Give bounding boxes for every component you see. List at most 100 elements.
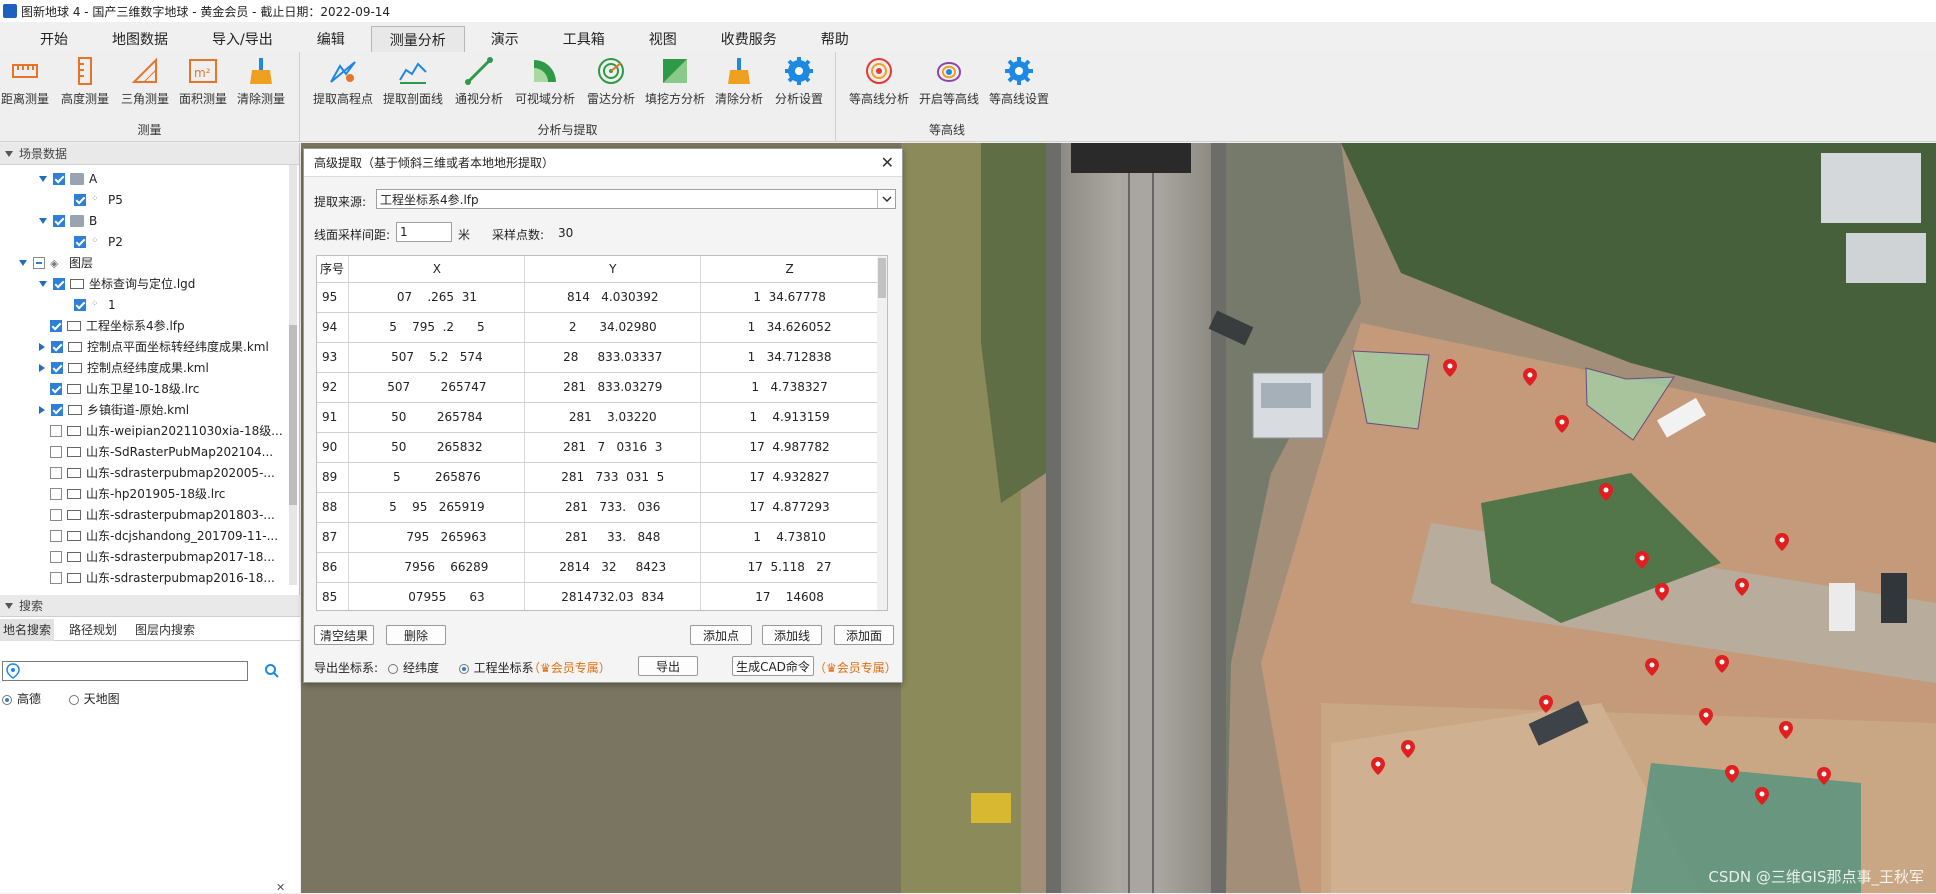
clear-measure-button[interactable]: 清除测量 bbox=[226, 54, 296, 110]
table-row[interactable]: 88 5 95 265919 281 733. 036 17 4.877293 bbox=[317, 492, 879, 523]
tree-item[interactable]: 山东卫星10-18级.lrc bbox=[36, 378, 199, 399]
tree-checkbox[interactable] bbox=[50, 424, 62, 437]
search-panel-header[interactable]: 搜索 bbox=[0, 595, 300, 617]
map-pin-icon[interactable] bbox=[1775, 533, 1789, 551]
map-pin-icon[interactable] bbox=[1735, 578, 1749, 596]
map-pin-icon[interactable] bbox=[1779, 721, 1793, 739]
tree-checkbox[interactable] bbox=[74, 235, 86, 248]
table-scrollbar[interactable] bbox=[877, 256, 887, 610]
viewshed-button[interactable]: 可视域分析 bbox=[510, 54, 580, 110]
tree-item[interactable]: 山东-hp201905-18级.lrc bbox=[36, 483, 225, 504]
chevron-down-icon[interactable] bbox=[39, 175, 47, 182]
tree-checkbox[interactable] bbox=[53, 214, 65, 227]
column-header-z[interactable]: Z bbox=[700, 256, 879, 283]
tree-item[interactable]: ⁘ P5 bbox=[60, 189, 123, 210]
add-area-button[interactable]: 添加面 bbox=[834, 625, 894, 645]
tab-route-planning[interactable]: 路径规划 bbox=[66, 619, 120, 641]
tree-item[interactable]: 山东-SdRasterPubMap202104... bbox=[36, 441, 273, 462]
chevron-down-icon[interactable] bbox=[877, 190, 895, 208]
tree-checkbox[interactable] bbox=[50, 550, 62, 563]
map-pin-icon[interactable] bbox=[1539, 695, 1553, 713]
generate-cad-button[interactable]: 生成CAD命令 bbox=[732, 656, 814, 676]
tab-layer-search[interactable]: 图层内搜索 bbox=[132, 619, 198, 641]
tab-edit[interactable]: 编辑 bbox=[299, 26, 363, 52]
tab-measure-analysis[interactable]: 测量分析 bbox=[370, 26, 465, 52]
column-header-y[interactable]: Y bbox=[524, 256, 702, 283]
scene-tree-scrollbar[interactable] bbox=[289, 165, 297, 585]
search-icon[interactable] bbox=[264, 663, 280, 679]
tree-checkbox[interactable] bbox=[50, 382, 62, 395]
table-row[interactable]: 85 07955 63 2814732.03 834 17 14608 bbox=[317, 582, 879, 610]
tab-view[interactable]: 视图 bbox=[631, 26, 695, 52]
delete-button[interactable]: 删除 bbox=[386, 625, 446, 645]
export-button[interactable]: 导出 bbox=[638, 656, 698, 676]
table-row[interactable]: 90 50 265832 281 7 0316 3 17 4.987782 bbox=[317, 432, 879, 463]
extract-elevation-point-button[interactable]: 提取高程点 bbox=[308, 54, 378, 110]
tree-checkbox[interactable] bbox=[33, 256, 45, 269]
map-pin-icon[interactable] bbox=[1635, 551, 1649, 569]
chevron-right-icon[interactable] bbox=[39, 405, 45, 414]
tree-item[interactable]: A bbox=[36, 168, 97, 189]
tree-checkbox[interactable] bbox=[51, 403, 63, 416]
tab-toolbox[interactable]: 工具箱 bbox=[545, 26, 623, 52]
clear-results-button[interactable]: 清空结果 bbox=[314, 625, 374, 645]
tab-start[interactable]: 开始 bbox=[22, 26, 86, 52]
tree-item[interactable]: 控制点平面坐标转经纬度成果.kml bbox=[36, 336, 269, 357]
tree-item[interactable]: 山东-dcjshandong_201709-11-... bbox=[36, 525, 278, 546]
tab-map-data[interactable]: 地图数据 bbox=[94, 26, 186, 52]
tree-checkbox[interactable] bbox=[51, 361, 63, 374]
search-input[interactable] bbox=[2, 661, 248, 681]
radio-lonlat[interactable] bbox=[388, 663, 398, 674]
column-header-seq[interactable]: 序号 bbox=[317, 256, 350, 283]
map-pin-icon[interactable] bbox=[1655, 583, 1669, 601]
chevron-right-icon[interactable] bbox=[39, 363, 45, 372]
scene-panel-header[interactable]: 场景数据 bbox=[0, 143, 299, 165]
tree-item[interactable]: ◈ 图层 bbox=[16, 252, 93, 273]
map-pin-icon[interactable] bbox=[1715, 655, 1729, 673]
contour-analysis-button[interactable]: 等高线分析 bbox=[844, 54, 914, 110]
tree-item[interactable]: ⁘ P2 bbox=[60, 231, 123, 252]
enable-contour-button[interactable]: 开启等高线 bbox=[914, 54, 984, 110]
tree-item[interactable]: 山东-sdrasterpubmap2017-18... bbox=[36, 546, 275, 567]
map-pin-icon[interactable] bbox=[1645, 658, 1659, 676]
map-pin-icon[interactable] bbox=[1523, 368, 1537, 386]
map-pin-icon[interactable] bbox=[1599, 483, 1613, 501]
add-point-button[interactable]: 添加点 bbox=[690, 625, 752, 645]
chevron-down-icon[interactable] bbox=[19, 259, 27, 266]
column-header-x[interactable]: X bbox=[348, 256, 526, 283]
table-row[interactable]: 91 50 265784 281 3.03220 1 4.913159 bbox=[317, 402, 879, 433]
map-pin-icon[interactable] bbox=[1755, 787, 1769, 805]
tab-help[interactable]: 帮助 bbox=[803, 26, 867, 52]
interval-input[interactable]: 1 bbox=[396, 222, 452, 242]
tree-checkbox[interactable] bbox=[50, 487, 62, 500]
close-icon[interactable]: ✕ bbox=[881, 153, 894, 172]
radar-analysis-button[interactable]: 雷达分析 bbox=[576, 54, 646, 110]
analysis-settings-button[interactable]: 分析设置 bbox=[764, 54, 834, 110]
scrollbar-thumb[interactable] bbox=[289, 325, 297, 505]
map-pin-icon[interactable] bbox=[1401, 740, 1415, 758]
map-pin-icon[interactable] bbox=[1371, 757, 1385, 775]
tree-item[interactable]: 山东-sdrasterpubmap201803-... bbox=[36, 504, 275, 525]
tree-item[interactable]: 乡镇街道-原始.kml bbox=[36, 399, 189, 420]
extract-profile-button[interactable]: 提取剖面线 bbox=[378, 54, 448, 110]
tree-item[interactable]: 山东-sdrasterpubmap202005-... bbox=[36, 462, 275, 483]
contour-settings-button[interactable]: 等高线设置 bbox=[984, 54, 1054, 110]
tab-paid-services[interactable]: 收费服务 bbox=[703, 26, 795, 52]
map-pin-icon[interactable] bbox=[1817, 767, 1831, 785]
tree-item[interactable]: 坐标查询与定位.lgd bbox=[36, 273, 195, 294]
chevron-right-icon[interactable] bbox=[39, 342, 45, 351]
close-icon[interactable]: ✕ bbox=[276, 881, 285, 894]
tree-checkbox[interactable] bbox=[50, 508, 62, 521]
map-pin-icon[interactable] bbox=[1725, 765, 1739, 783]
tab-demo[interactable]: 演示 bbox=[473, 26, 537, 52]
provider-radio-tianditu[interactable] bbox=[68, 694, 79, 705]
cut-fill-button[interactable]: 填挖方分析 bbox=[640, 54, 710, 110]
map-pin-icon[interactable] bbox=[1443, 359, 1457, 377]
table-row[interactable]: 89 5 265876 281 733 031 5 17 4.932827 bbox=[317, 462, 879, 493]
map-pin-icon[interactable] bbox=[1699, 708, 1713, 726]
tree-checkbox[interactable] bbox=[51, 340, 63, 353]
tree-checkbox[interactable] bbox=[53, 277, 65, 290]
table-row[interactable]: 87 795 265963 281 33. 848 1 4.73810 bbox=[317, 522, 879, 553]
tree-item[interactable]: 控制点经纬度成果.kml bbox=[36, 357, 209, 378]
line-of-sight-button[interactable]: 通视分析 bbox=[444, 54, 514, 110]
